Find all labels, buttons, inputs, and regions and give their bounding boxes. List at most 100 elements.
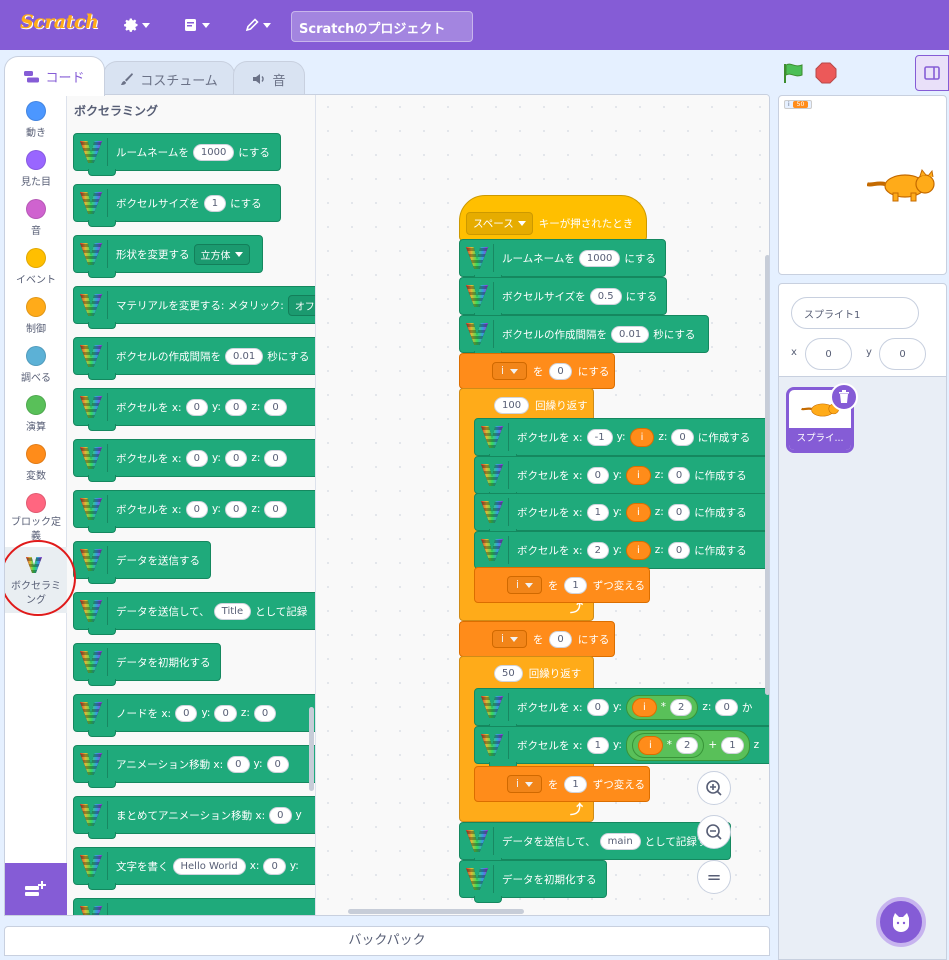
value-input[interactable]: 0 (667, 503, 691, 521)
palette-block-partial[interactable] (73, 898, 315, 915)
category-sound[interactable]: 音 (5, 199, 67, 237)
value-input[interactable]: 0 (224, 398, 248, 416)
value-input[interactable]: 0 (549, 630, 572, 648)
category-control[interactable]: 制御 (5, 297, 67, 335)
variable-dropdown[interactable]: i (507, 775, 542, 793)
value-input[interactable]: 1 (564, 576, 587, 594)
value-input[interactable]: 1 (564, 775, 587, 793)
value-input[interactable]: 1000 (192, 143, 235, 161)
category-events[interactable]: イベント (5, 248, 67, 286)
palette-block-send-data[interactable]: データを送信する (73, 541, 211, 584)
category-variables[interactable]: 変数 (5, 444, 67, 482)
block-voxel-create-row[interactable]: ボクセルを x: 2 y: i z: 0 に作成する (474, 531, 769, 574)
block-room-name[interactable]: ルームネームを 1000 にする (459, 239, 666, 282)
zoom-reset-button[interactable]: = (697, 860, 731, 894)
palette-block-voxel-create[interactable]: ボクセルを x: 0 y: 0 z: 0 (73, 388, 315, 431)
block-interval[interactable]: ボクセルの作成間隔を 0.01 秒にする (459, 315, 709, 358)
value-input[interactable]: 0.01 (225, 347, 264, 365)
block-voxel-create-expr-1[interactable]: ボクセルを x: 0 y: i * 2 z: 0 か (474, 688, 769, 731)
variable-reporter[interactable]: i (629, 427, 655, 447)
multiply-operator[interactable]: i * 2 (625, 694, 699, 720)
edit-menu[interactable] (244, 14, 271, 36)
scratch-logo[interactable]: Scratch (20, 11, 99, 33)
value-input[interactable]: 0 (263, 857, 286, 875)
palette-block-animation[interactable]: アニメーション移動 x: 0 y: 0 (73, 745, 315, 788)
value-input[interactable]: 0 (214, 704, 237, 722)
palette-block-interval[interactable]: ボクセルの作成間隔を 0.01 秒にする (73, 337, 315, 380)
value-input[interactable]: 0 (586, 466, 609, 484)
key-dropdown[interactable]: スペース (466, 211, 533, 235)
value-input[interactable]: 0 (224, 449, 248, 467)
delete-sprite-button[interactable] (830, 383, 858, 411)
value-input[interactable]: 0 (175, 704, 198, 722)
value-input[interactable]: 1 (203, 194, 227, 212)
value-input[interactable]: 0 (224, 500, 248, 518)
backpack[interactable]: バックパック (4, 926, 770, 956)
project-title-input[interactable]: Scratchのプロジェクト (291, 11, 473, 42)
value-input[interactable]: 0 (185, 449, 208, 467)
value-input[interactable]: 0 (253, 704, 277, 722)
block-change-variable-2[interactable]: i を 1 ずつ変える (474, 766, 650, 802)
block-init-data[interactable]: データを初期化する (459, 860, 607, 903)
value-input[interactable]: 0 (667, 541, 691, 559)
category-motion[interactable]: 動き (5, 101, 67, 139)
category-sensing[interactable]: 調べる (5, 346, 67, 384)
zoom-out-button[interactable] (697, 815, 731, 849)
value-input[interactable]: 0 (667, 466, 691, 484)
script-vertical-scrollbar[interactable] (765, 255, 769, 695)
value-input[interactable]: 0 (185, 398, 208, 416)
value-input[interactable]: 1 (586, 503, 609, 521)
block-voxel-create-row[interactable]: ボクセルを x: 1 y: i z: 0 に作成する (474, 493, 769, 536)
block-set-variable-2[interactable]: i を 0 にする (459, 621, 615, 657)
variable-reporter[interactable]: i (631, 697, 657, 717)
value-input[interactable]: 0 (264, 398, 287, 416)
category-operators[interactable]: 演算 (5, 395, 67, 433)
stage[interactable]: i 50 (778, 95, 947, 275)
sprite-name-input[interactable]: スプライト1 (791, 297, 919, 329)
tab-costumes[interactable]: コスチューム (103, 61, 235, 96)
value-input[interactable]: 2 (586, 541, 609, 559)
multiply-operator[interactable]: i * 2 (631, 732, 705, 758)
palette-block-node[interactable]: ノードを x: 0 y: 0 z: 0 (73, 694, 315, 737)
variable-reporter[interactable]: i (625, 465, 651, 485)
variable-dropdown[interactable]: i (507, 576, 542, 594)
stage-size-toggle[interactable] (915, 55, 949, 91)
value-input[interactable]: 0 (185, 500, 208, 518)
category-looks[interactable]: 見た目 (5, 150, 67, 188)
variable-reporter[interactable]: i (637, 735, 663, 755)
block-change-variable[interactable]: i を 1 ずつ変える (474, 567, 650, 603)
block-set-variable[interactable]: i を 0 にする (459, 353, 615, 389)
palette-block-change-shape[interactable]: 形状を変更する 立方体 (73, 235, 263, 278)
palette-block-init-data[interactable]: データを初期化する (73, 643, 221, 686)
value-input[interactable]: 0 (671, 428, 694, 446)
value-input[interactable]: 0 (715, 698, 738, 716)
value-input[interactable]: 100 (494, 396, 530, 414)
palette-block-voxel-remove[interactable]: ボクセルを x: 0 y: 0 z: 0 (73, 439, 315, 482)
value-input[interactable]: 2 (670, 698, 693, 716)
variable-dropdown[interactable]: i (492, 630, 527, 648)
file-menu[interactable] (183, 14, 210, 36)
value-input[interactable]: 0 (586, 698, 609, 716)
block-send-record[interactable]: データを送信して、 main として記録する (459, 822, 731, 865)
value-input[interactable]: 0 (549, 362, 572, 380)
palette-block-send-record[interactable]: データを送信して、 Title として記録 (73, 592, 315, 635)
value-input[interactable]: 0 (227, 755, 250, 773)
value-input[interactable]: 0 (266, 755, 289, 773)
value-input[interactable]: 1 (586, 736, 609, 754)
value-input[interactable]: 0 (264, 449, 287, 467)
metallic-dropdown[interactable]: オフ (287, 294, 315, 316)
settings-menu[interactable] (123, 14, 150, 36)
value-input[interactable]: 1 (721, 736, 744, 754)
zoom-in-button[interactable] (697, 771, 731, 805)
add-sprite-button[interactable] (876, 897, 926, 947)
value-input[interactable]: Hello World (172, 857, 246, 875)
palette-block-write-text[interactable]: 文字を書く Hello World x: 0 y: (73, 847, 315, 890)
palette-block-voxel-color[interactable]: ボクセルを x: 0 y: 0 z: 0 (73, 490, 315, 533)
palette-block-material[interactable]: マテリアルを変更する: メタリック: オフ (73, 286, 315, 329)
palette-block-batch-animation[interactable]: まとめてアニメーション移動 x: 0 y (73, 796, 315, 839)
value-input[interactable]: 0.01 (611, 325, 650, 343)
value-input[interactable]: 0 (269, 806, 292, 824)
hat-block-key-pressed[interactable]: スペース キーが押されたとき (459, 195, 647, 241)
value-input[interactable]: 1000 (578, 249, 621, 267)
value-input[interactable]: Title (213, 602, 252, 620)
